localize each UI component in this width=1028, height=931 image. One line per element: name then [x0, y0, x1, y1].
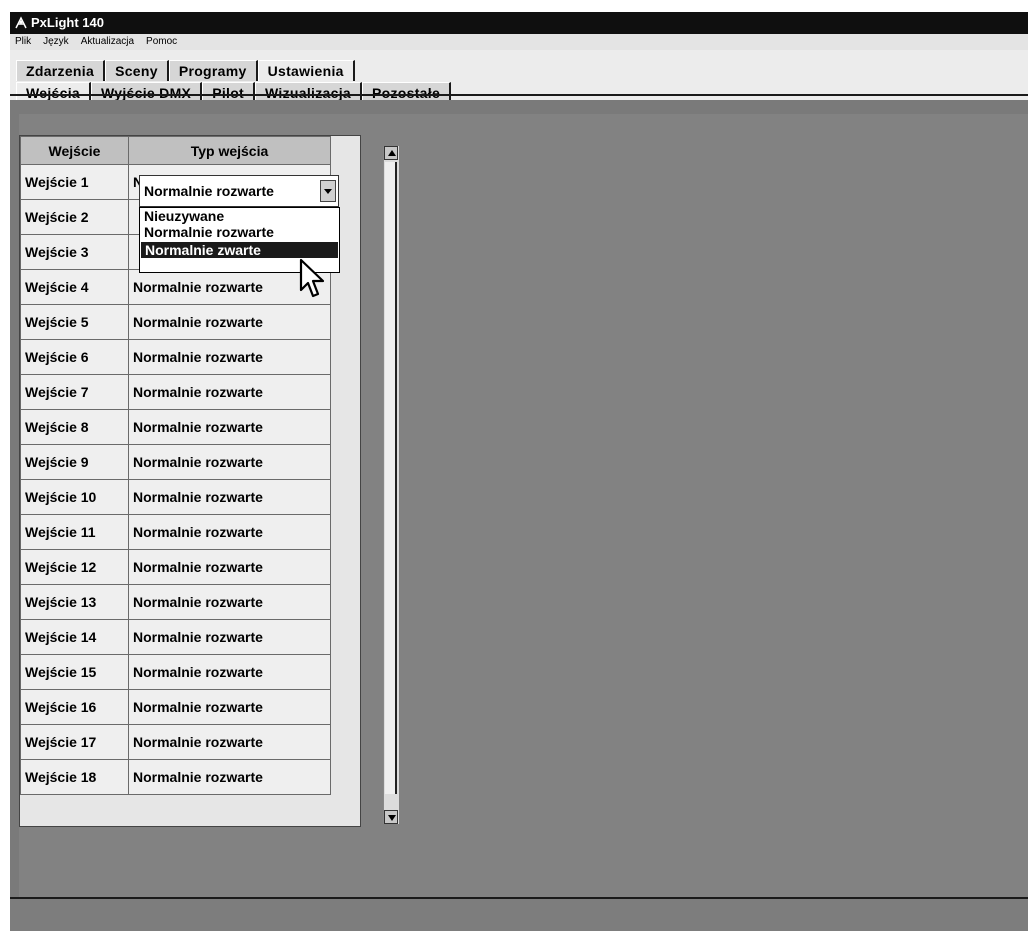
table-row[interactable]: Wejście 13 Normalnie rozwarte: [20, 584, 331, 620]
input-name-cell: Wejście 6: [20, 339, 129, 375]
status-bar: [10, 899, 1028, 931]
table-row[interactable]: Wejście 4 Normalnie rozwarte: [20, 269, 331, 305]
app-logo-icon: [15, 16, 27, 29]
table-row[interactable]: Wejście 14 Normalnie rozwarte: [20, 619, 331, 655]
table-row[interactable]: Wejście 10 Normalnie rozwarte: [20, 479, 331, 515]
input-name-cell: Wejście 1: [20, 164, 129, 200]
input-type-cell[interactable]: Normalnie rozwarte: [128, 759, 331, 795]
input-name-cell: Wejście 12: [20, 549, 129, 585]
input-type-cell[interactable]: Normalnie rozwarte: [128, 619, 331, 655]
menu-file[interactable]: Plik: [10, 34, 37, 50]
input-type-cell[interactable]: Normalnie rozwarte: [128, 724, 331, 760]
input-type-cell[interactable]: Normalnie rozwarte: [128, 584, 331, 620]
input-name-cell: Wejście 5: [20, 304, 129, 340]
window-title: PxLight 140: [31, 15, 104, 30]
tab-divider: [10, 94, 1028, 96]
input-name-cell: Wejście 10: [20, 479, 129, 515]
input-name-cell: Wejście 7: [20, 374, 129, 410]
menu-help[interactable]: Pomoc: [140, 34, 183, 50]
input-name-cell: Wejście 17: [20, 724, 129, 760]
menu-bar: Plik Język Aktualizacja Pomoc: [10, 34, 1028, 50]
title-bar: PxLight 140: [10, 12, 1028, 34]
input-type-dropdown[interactable]: Normalnie rozwarte: [139, 175, 339, 207]
input-name-cell: Wejście 2: [20, 199, 129, 235]
table-row[interactable]: Wejście 12 Normalnie rozwarte: [20, 549, 331, 585]
scroll-down-button[interactable]: [384, 810, 398, 824]
table-row[interactable]: Wejście 17 Normalnie rozwarte: [20, 724, 331, 760]
grid-scrollbar[interactable]: [383, 146, 399, 824]
tab-scenes[interactable]: Sceny: [105, 60, 169, 81]
input-type-cell[interactable]: Normalnie rozwarte: [128, 479, 331, 515]
column-header-input-type[interactable]: Typ wejścia: [128, 136, 331, 165]
input-name-cell: Wejście 14: [20, 619, 129, 655]
table-row[interactable]: Wejście 15 Normalnie rozwarte: [20, 654, 331, 690]
input-type-cell[interactable]: Normalnie rozwarte: [128, 409, 331, 445]
menu-language[interactable]: Język: [37, 34, 75, 50]
tab-area: Zdarzenia Sceny Programy Ustawienia Wejś…: [10, 50, 1028, 103]
table-row[interactable]: Wejście 9 Normalnie rozwarte: [20, 444, 331, 480]
dropdown-value: Normalnie rozwarte: [144, 183, 274, 199]
chevron-down-icon: [324, 189, 332, 194]
tab-settings[interactable]: Ustawienia: [257, 60, 355, 81]
input-type-cell[interactable]: Normalnie rozwarte: [128, 549, 331, 585]
table-row[interactable]: Wejście 5 Normalnie rozwarte: [20, 304, 331, 340]
input-name-cell: Wejście 18: [20, 759, 129, 795]
main-tabbar: Zdarzenia Sceny Programy Ustawienia: [16, 60, 355, 81]
mouse-pointer-icon: [299, 258, 325, 298]
table-row[interactable]: Wejście 16 Normalnie rozwarte: [20, 689, 331, 725]
menu-update[interactable]: Aktualizacja: [75, 34, 140, 50]
scroll-thumb[interactable]: [385, 162, 397, 794]
dropdown-option-unused[interactable]: Nieuzywane: [140, 208, 339, 224]
input-type-cell[interactable]: Normalnie rozwarte: [128, 304, 331, 340]
input-name-cell: Wejście 11: [20, 514, 129, 550]
table-row[interactable]: Wejście 8 Normalnie rozwarte: [20, 409, 331, 445]
input-type-cell[interactable]: Normalnie rozwarte: [128, 339, 331, 375]
arrow-down-icon: [388, 815, 396, 821]
input-type-cell[interactable]: Normalnie rozwarte: [128, 689, 331, 725]
input-name-cell: Wejście 3: [20, 234, 129, 270]
input-name-cell: Wejście 16: [20, 689, 129, 725]
dropdown-option-normally-open[interactable]: Normalnie rozwarte: [140, 224, 339, 240]
input-type-cell[interactable]: Normalnie rozwarte: [128, 444, 331, 480]
input-name-cell: Wejście 13: [20, 584, 129, 620]
table-row[interactable]: Wejście 11 Normalnie rozwarte: [20, 514, 331, 550]
table-row[interactable]: Wejście 7 Normalnie rozwarte: [20, 374, 331, 410]
input-type-cell[interactable]: Normalnie rozwarte: [128, 514, 331, 550]
table-row[interactable]: Wejście 18 Normalnie rozwarte: [20, 759, 331, 795]
input-name-cell: Wejście 4: [20, 269, 129, 305]
dropdown-button[interactable]: [320, 180, 336, 202]
tab-programs[interactable]: Programy: [168, 60, 258, 81]
arrow-up-icon: [388, 150, 396, 156]
dropdown-option-normally-closed[interactable]: Normalnie zwarte: [141, 242, 338, 258]
tab-events[interactable]: Zdarzenia: [16, 60, 106, 81]
table-row[interactable]: Wejście 6 Normalnie rozwarte: [20, 339, 331, 375]
table-header-row: Wejście Typ wejścia: [20, 136, 331, 165]
input-name-cell: Wejście 8: [20, 409, 129, 445]
column-header-input[interactable]: Wejście: [20, 136, 129, 165]
input-name-cell: Wejście 9: [20, 444, 129, 480]
input-name-cell: Wejście 15: [20, 654, 129, 690]
input-type-cell[interactable]: Normalnie rozwarte: [128, 654, 331, 690]
input-type-cell[interactable]: Normalnie rozwarte: [128, 374, 331, 410]
scroll-up-button[interactable]: [384, 146, 398, 160]
